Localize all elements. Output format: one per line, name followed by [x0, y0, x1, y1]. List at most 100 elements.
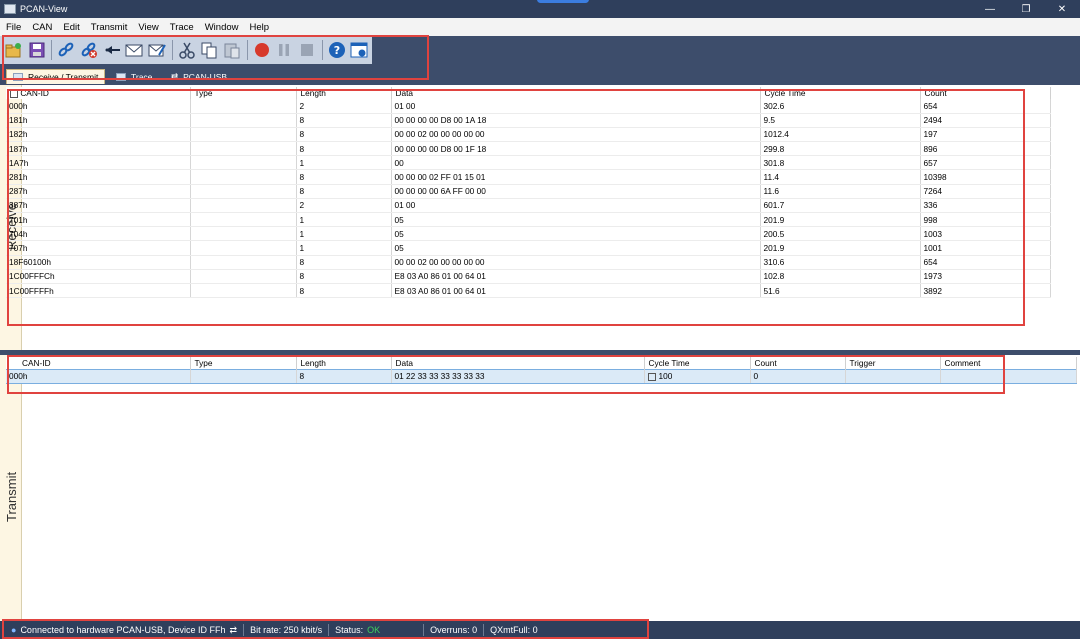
menu-file[interactable]: File — [6, 22, 21, 33]
tab-pcan-usb[interactable]: ⇄ PCAN-USB — [165, 69, 233, 84]
column-header-cycle-time[interactable]: Cycle Time — [644, 357, 751, 369]
table-row[interactable]: 1C00FFFCh 8 E8 03 A0 86 01 00 64 01 102.8 19… — [6, 269, 1051, 284]
column-header-trigger[interactable]: Trigger — [845, 357, 941, 369]
table-cell: 8 — [296, 141, 392, 157]
table-cell: 197 — [920, 127, 1051, 143]
table-row[interactable]: 182h 8 00 00 02 00 00 00 00 00 1012.4 197 — [6, 127, 1051, 143]
table-cell — [190, 226, 297, 242]
column-header-count[interactable]: Count — [750, 357, 846, 369]
table-row[interactable]: 18F60100h 8 00 00 02 00 00 00 00 00 310.6 65… — [6, 255, 1051, 270]
table-row[interactable]: 704h 1 05 200.5 1003 — [6, 226, 1051, 242]
menu-transmit[interactable]: Transmit — [91, 22, 128, 33]
save-icon[interactable] — [27, 40, 47, 60]
cut-icon[interactable] — [177, 40, 197, 60]
menu-help[interactable]: Help — [250, 22, 270, 33]
table-cell: 00 00 02 00 00 00 00 00 — [391, 255, 761, 270]
tab-label: Trace — [131, 71, 153, 82]
table-cell: 1001 — [920, 240, 1051, 256]
column-header-can-id[interactable]: CAN-ID — [6, 357, 191, 369]
disconnect-icon[interactable] — [79, 40, 99, 60]
reset-icon[interactable] — [102, 40, 122, 60]
table-cell: 2 — [296, 198, 392, 214]
trace-icon — [116, 72, 126, 81]
table-cell: 8 — [296, 184, 392, 199]
tab-trace[interactable]: Trace — [110, 69, 158, 84]
table-cell — [190, 99, 297, 114]
column-header-type[interactable]: Type — [190, 87, 297, 99]
table-row[interactable]: 1A7h 1 00 301.8 657 — [6, 155, 1051, 171]
menu-edit[interactable]: Edit — [63, 22, 79, 33]
restore-button[interactable]: ❐ — [1008, 0, 1044, 18]
connect-open-icon[interactable] — [4, 40, 24, 60]
column-header-cycle-time[interactable]: Cycle Time — [760, 87, 921, 99]
table-cell: 05 — [391, 212, 761, 228]
table-cell — [190, 184, 297, 199]
column-header-data[interactable]: Data — [391, 357, 645, 369]
record-icon[interactable] — [252, 40, 272, 60]
table-row[interactable]: 287h 8 00 00 00 00 6A FF 00 00 11.6 7264 — [6, 184, 1051, 199]
table-cell — [190, 198, 297, 214]
edit-message-icon[interactable] — [147, 40, 167, 60]
menu-bar: File CAN Edit Transmit View Trace Window… — [0, 18, 1080, 36]
table-row[interactable]: 387h 2 01 00 601.7 336 — [6, 198, 1051, 214]
connect-icon[interactable] — [56, 40, 76, 60]
menu-can[interactable]: CAN — [32, 22, 52, 33]
table-cell: 1 — [296, 226, 392, 242]
table-row[interactable]: 281h 8 00 00 00 02 FF 01 15 01 11.4 10398 — [6, 169, 1051, 185]
bitrate-status: Bit rate: 250 kbit/s — [244, 624, 330, 636]
help-icon[interactable]: ? — [327, 40, 347, 60]
table-cell: 3892 — [920, 283, 1051, 299]
tab-receive-transmit[interactable]: Receive / Transmit — [6, 69, 106, 84]
copy-icon[interactable] — [199, 40, 219, 60]
table-row[interactable]: 187h 8 00 00 00 00 D8 00 1F 18 299.8 896 — [6, 141, 1051, 157]
cycle-time-checkbox[interactable] — [647, 372, 656, 381]
paste-icon[interactable] — [222, 40, 242, 60]
table-cell: 0 — [750, 368, 846, 384]
menu-window[interactable]: Window — [205, 22, 239, 33]
connection-icon: ● — [11, 625, 17, 635]
new-message-icon[interactable] — [124, 40, 144, 60]
table-row[interactable]: 000h 8 01 22 33 33 33 33 33 33 100 0 — [6, 368, 1077, 384]
table-cell: 654 — [920, 99, 1051, 114]
pause-icon[interactable] — [274, 40, 294, 60]
column-header-type[interactable]: Type — [190, 357, 297, 369]
table-cell: 1012.4 — [760, 127, 921, 143]
table-cell: 704h — [6, 226, 191, 242]
column-header-count[interactable]: Count — [920, 87, 1051, 99]
table-cell: 287h — [6, 184, 191, 199]
table-row[interactable]: 701h 1 05 201.9 998 — [6, 212, 1051, 228]
connection-status: ● Connected to hardware PCAN-USB, Device… — [5, 624, 245, 636]
minimize-button[interactable]: — — [972, 0, 1008, 18]
transmit-label: Transmit — [4, 471, 19, 522]
table-cell: 00 00 02 00 00 00 00 00 — [391, 127, 761, 143]
stop-icon[interactable] — [297, 40, 317, 60]
title-bar: PCAN-View — ❐ ✕ — [0, 0, 1080, 18]
column-header-length[interactable]: Length — [296, 87, 392, 99]
table-row[interactable]: 000h 2 01 00 302.6 654 — [6, 99, 1051, 114]
table-row[interactable]: 1C00FFFFh 8 E8 03 A0 86 01 00 64 01 51.6 389… — [6, 283, 1051, 299]
menu-trace[interactable]: Trace — [170, 22, 194, 33]
table-cell: 299.8 — [760, 141, 921, 157]
table-cell: 00 00 00 00 6A FF 00 00 — [391, 184, 761, 199]
select-all-checkbox[interactable] — [10, 89, 18, 98]
receive-header-row: CAN-ID Type Length Data Cycle Time Count — [6, 87, 1051, 99]
close-button[interactable]: ✕ — [1044, 0, 1080, 18]
column-header-length[interactable]: Length — [296, 357, 392, 369]
svg-text:?: ? — [333, 44, 339, 57]
receive-transmit-icon — [13, 73, 23, 81]
column-header-can-id[interactable]: CAN-ID — [6, 87, 191, 99]
table-cell — [190, 169, 297, 185]
table-cell: 707h — [6, 240, 191, 256]
column-header-comment[interactable]: Comment — [940, 357, 1077, 369]
table-row[interactable]: 707h 1 05 201.9 1001 — [6, 240, 1051, 256]
menu-view[interactable]: View — [138, 22, 158, 33]
table-row[interactable]: 181h 8 00 00 00 00 D8 00 1A 18 9.5 2494 — [6, 113, 1051, 128]
table-cell: 01 22 33 33 33 33 33 33 — [391, 368, 645, 384]
about-icon[interactable] — [349, 40, 369, 60]
table-cell: 1973 — [920, 269, 1051, 284]
receive-pane: Receive CAN-ID Type Length Data Cycle Ti… — [0, 85, 1080, 350]
column-header-data[interactable]: Data — [391, 87, 761, 99]
table-cell: 998 — [920, 212, 1051, 228]
table-cell: 00 00 00 00 D8 00 1F 18 — [391, 141, 761, 157]
table-cell: 896 — [920, 141, 1051, 157]
